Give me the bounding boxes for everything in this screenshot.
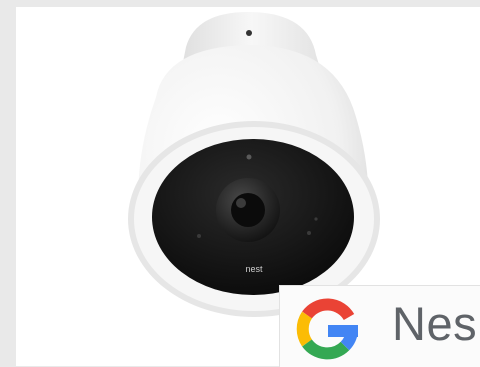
overlay-brand-text: Nes: [392, 297, 478, 350]
google-g-logo-icon: [296, 298, 358, 360]
lens-brand-text: nest: [245, 264, 263, 274]
status-light: [246, 154, 252, 160]
google-nest-badge: Nes: [279, 285, 480, 367]
